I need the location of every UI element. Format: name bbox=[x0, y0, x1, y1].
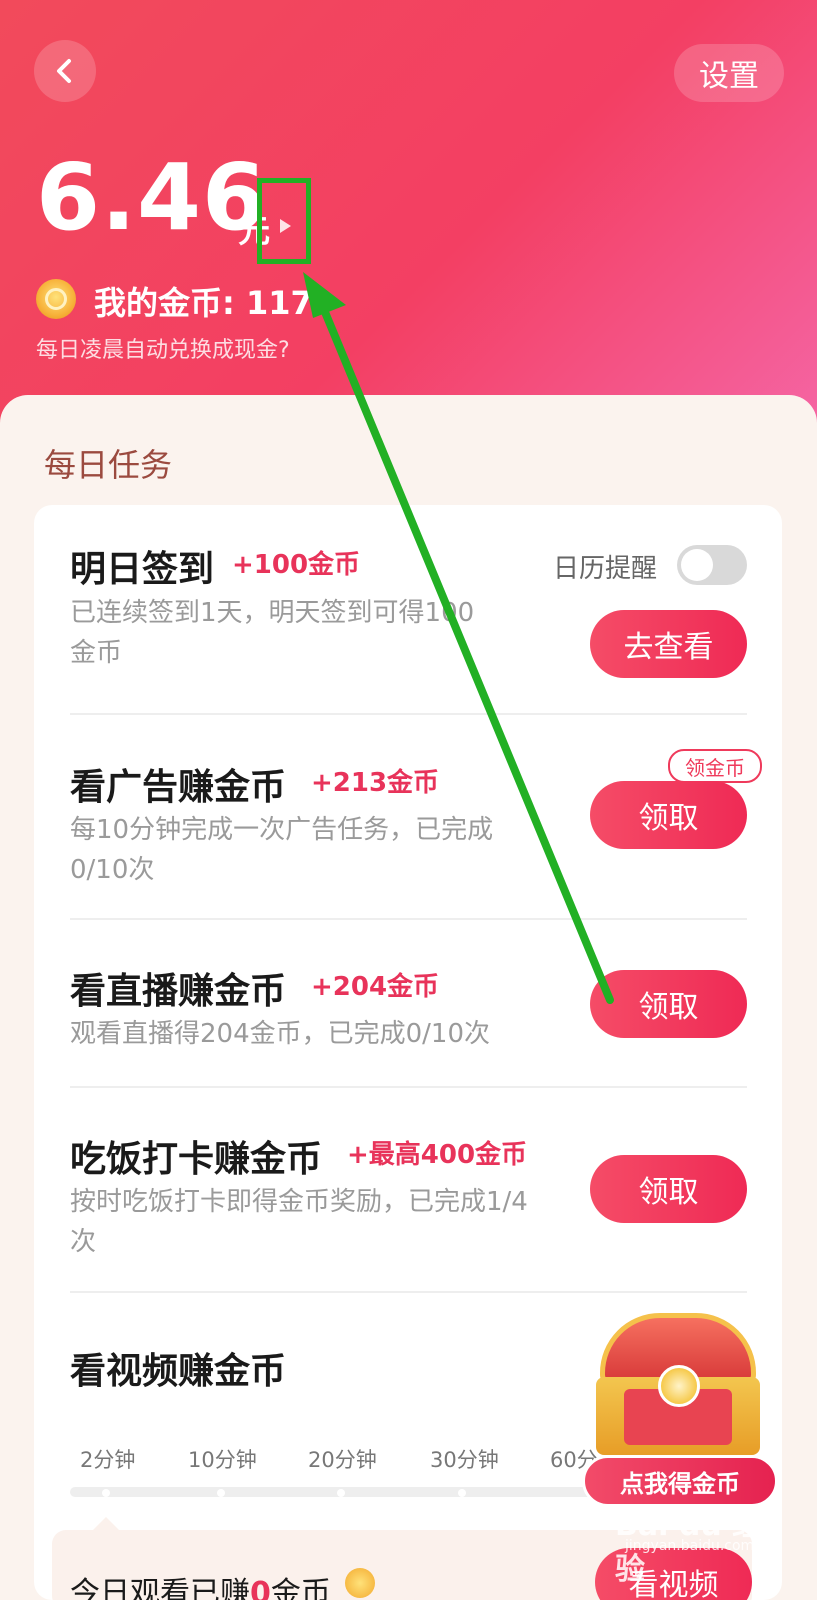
timeline-label: 30分钟 bbox=[430, 1448, 499, 1472]
settings-button[interactable]: 设置 bbox=[674, 44, 784, 102]
task-title-video: 看视频赚金币 bbox=[70, 1351, 287, 1392]
today-box-pointer bbox=[92, 1517, 120, 1531]
task-reward-checkin: +100金币 bbox=[232, 550, 361, 580]
back-button[interactable] bbox=[34, 40, 96, 102]
task-divider bbox=[70, 713, 747, 715]
today-earnings-text: 今日观看已赚0金币 bbox=[70, 1568, 331, 1600]
task-reward-ads: +213金币 bbox=[311, 768, 440, 798]
timeline-label: 20分钟 bbox=[308, 1448, 377, 1472]
claim-live-button[interactable]: 领取 bbox=[590, 970, 747, 1038]
task-title-meal: 吃饭打卡赚金币 bbox=[70, 1139, 323, 1180]
video-progress-bar bbox=[70, 1487, 630, 1497]
today-earnings-count: 0 bbox=[250, 1576, 271, 1600]
claim-coins-badge: 领金币 bbox=[668, 749, 762, 783]
timeline-label: 10分钟 bbox=[188, 1448, 257, 1472]
coin-icon bbox=[345, 1568, 375, 1598]
task-desc-checkin: 已连续签到1天，明天签到可得100 金币 bbox=[70, 598, 475, 668]
treasure-chest-widget[interactable]: 点我得金币 bbox=[582, 1305, 782, 1510]
task-divider bbox=[70, 918, 747, 920]
task-divider bbox=[70, 1086, 747, 1088]
coin-icon bbox=[36, 279, 76, 319]
watermark: Bai du 经验 jingyan.baidu.com bbox=[615, 1500, 765, 1587]
task-title-live: 看直播赚金币 bbox=[70, 971, 287, 1012]
balance-amount: 6.46 bbox=[36, 144, 267, 251]
task-title-ads: 看广告赚金币 bbox=[70, 767, 287, 808]
auto-exchange-note[interactable]: 每日凌晨自动兑换成现金? bbox=[36, 332, 290, 364]
my-coins-label: 我的金币: 117 bbox=[94, 284, 313, 322]
task-desc-live: 观看直播得204金币，已完成0/10次 bbox=[70, 1019, 491, 1049]
calendar-reminder-toggle[interactable] bbox=[677, 545, 747, 585]
progress-dot bbox=[217, 1489, 225, 1497]
task-title-checkin: 明日签到 bbox=[70, 549, 215, 590]
today-earnings-suffix: 金币 bbox=[270, 1576, 331, 1600]
task-reward-live: +204金币 bbox=[311, 972, 440, 1002]
annotation-highlight-box bbox=[257, 178, 311, 264]
chevron-left-icon bbox=[57, 59, 71, 83]
chest-coin-icon bbox=[658, 1365, 700, 1407]
today-earnings-prefix: 今日观看已赚 bbox=[70, 1576, 250, 1600]
task-divider bbox=[70, 1291, 747, 1293]
progress-dot bbox=[337, 1489, 345, 1497]
claim-ads-button[interactable]: 领取 bbox=[590, 781, 747, 849]
timeline-label: 2分钟 bbox=[80, 1448, 136, 1472]
task-desc-ads: 每10分钟完成一次广告任务，已完成 0/10次 bbox=[70, 815, 494, 885]
calendar-reminder-label: 日历提醒 bbox=[553, 554, 658, 584]
section-title: 每日任务 bbox=[44, 446, 173, 484]
progress-dot bbox=[458, 1489, 466, 1497]
task-reward-meal: +最高400金币 bbox=[347, 1140, 528, 1170]
watermark-sub: jingyan.baidu.com bbox=[625, 1538, 755, 1554]
task-desc-meal: 按时吃饭打卡即得金币奖励，已完成1/4 次 bbox=[70, 1187, 528, 1257]
claim-meal-button[interactable]: 领取 bbox=[590, 1155, 747, 1223]
view-checkin-button[interactable]: 去查看 bbox=[590, 610, 747, 678]
progress-dot bbox=[102, 1489, 110, 1497]
